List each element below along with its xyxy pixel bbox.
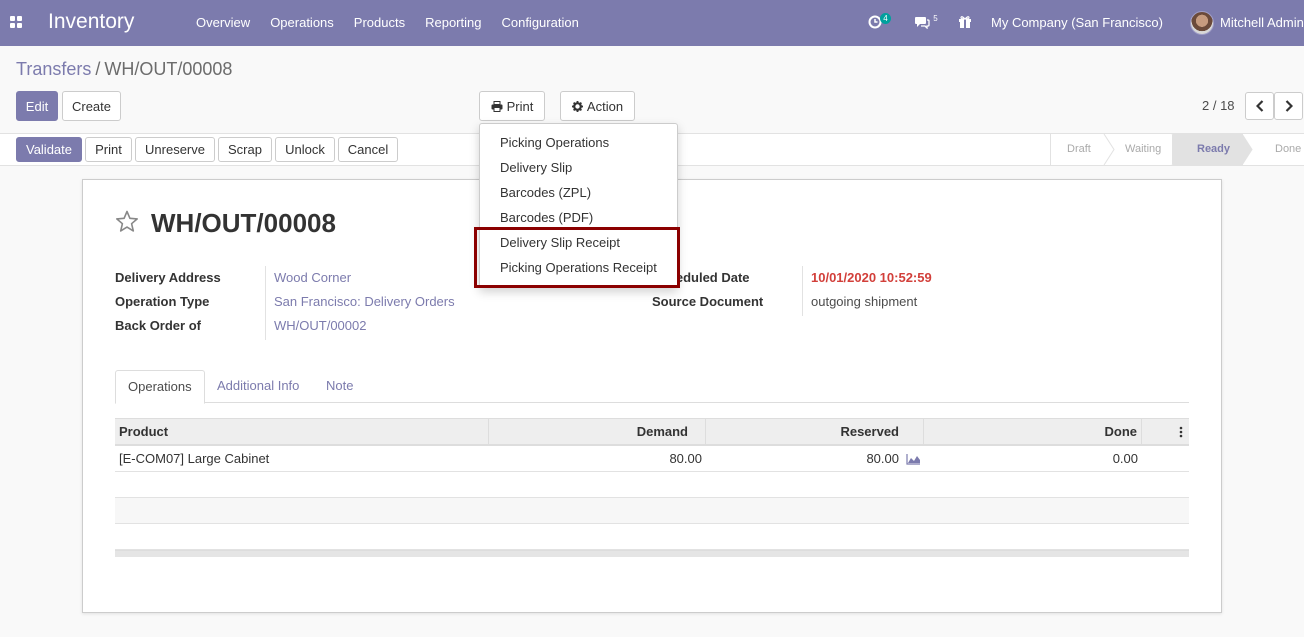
chat-icon (915, 17, 930, 29)
apps-menu-icon[interactable] (10, 16, 22, 28)
column-demand[interactable]: Demand (489, 419, 706, 445)
empty-row (115, 498, 1189, 524)
gear-icon (571, 100, 583, 112)
print-button[interactable]: Print (85, 137, 132, 162)
menu-item-configuration[interactable]: Configuration (491, 0, 588, 46)
unreserve-button[interactable]: Unreserve (135, 137, 215, 162)
tab-operations[interactable]: Operations (115, 370, 205, 404)
notebook-tabs: Operations Additional Info Note (115, 370, 1189, 404)
action-button-label: Action (586, 98, 624, 114)
chevron-left-icon (1255, 100, 1263, 112)
optional-columns-toggle[interactable] (1177, 426, 1185, 438)
menu-item-reporting[interactable]: Reporting (415, 0, 491, 46)
table-row[interactable]: [E-COM07] Large Cabinet 80.00 80.00 0.00 (115, 446, 1189, 472)
edit-button[interactable]: Edit (16, 91, 58, 121)
action-dropdown-button[interactable]: Action (560, 91, 635, 121)
print-button-label: Print (506, 98, 534, 114)
pager-previous-button[interactable] (1245, 92, 1274, 120)
operation-type-link[interactable]: San Francisco: Delivery Orders (274, 294, 455, 309)
stage-separators (1103, 134, 1253, 165)
operations-table: Product Demand Reserved Done [E-COM07] L… (115, 418, 1189, 557)
pager-next-button[interactable] (1274, 92, 1303, 120)
unlock-button[interactable]: Unlock (275, 137, 335, 162)
menu-item-barcodes-pdf[interactable]: Barcodes (PDF) (500, 210, 593, 225)
breadcrumb-current: WH/OUT/00008 (104, 59, 233, 79)
operation-type-label: Operation Type (115, 294, 210, 309)
row-done: 0.00 (1112, 451, 1138, 466)
table-header: Product Demand Reserved Done (115, 418, 1189, 446)
create-button[interactable]: Create (62, 91, 121, 121)
menu-item-barcodes-zpl[interactable]: Barcodes (ZPL) (500, 185, 591, 200)
left-group-divider (265, 266, 266, 340)
back-order-link[interactable]: WH/OUT/00002 (274, 318, 366, 333)
source-document-value: outgoing shipment (811, 294, 918, 309)
back-order-label: Back Order of (115, 318, 201, 333)
record-title: WH/OUT/00008 (151, 208, 336, 238)
delivery-address-link[interactable]: Wood Corner (274, 270, 351, 285)
user-menu[interactable]: Mitchell Admin (1220, 15, 1304, 30)
table-footer (115, 550, 1189, 557)
company-switcher[interactable]: My Company (San Francisco) (991, 15, 1163, 30)
empty-row (115, 524, 1189, 550)
menu-item-picking-operations[interactable]: Picking Operations (500, 135, 609, 150)
top-navbar: Inventory Overview Operations Products R… (0, 0, 1304, 46)
source-document-label: Source Document (652, 294, 764, 309)
breadcrumb-transfers-link[interactable]: Transfers (16, 59, 91, 79)
menu-item-operations[interactable]: Operations (260, 0, 344, 46)
right-group-divider (802, 266, 803, 316)
printer-icon (491, 100, 503, 112)
activity-button[interactable]: 4 (868, 13, 894, 32)
row-reserved: 80.00 (866, 451, 899, 466)
app-brand[interactable]: Inventory (48, 10, 134, 34)
tab-additional-info[interactable]: Additional Info (205, 370, 311, 403)
tab-note[interactable]: Note (314, 370, 365, 403)
column-done[interactable]: Done (924, 419, 1142, 445)
message-count-badge: 5 (933, 14, 938, 23)
menu-item-overview[interactable]: Overview (186, 0, 260, 46)
activity-count-badge: 4 (880, 13, 891, 24)
empty-row (115, 472, 1189, 498)
print-dropdown-button[interactable]: Print (479, 91, 545, 121)
scheduled-date-value: 10/01/2020 10:52:59 (811, 270, 932, 285)
menu-item-delivery-slip[interactable]: Delivery Slip (500, 160, 572, 175)
highlight-annotation-box (474, 227, 680, 288)
messages-button[interactable]: 5 (914, 14, 940, 32)
chevron-right-icon (1285, 100, 1293, 112)
delivery-address-label: Delivery Address (115, 270, 221, 285)
scrap-button[interactable]: Scrap (218, 137, 272, 162)
user-avatar[interactable] (1190, 11, 1214, 35)
validate-button[interactable]: Validate (16, 137, 82, 162)
pager-value[interactable]: 2 / 18 (1202, 98, 1235, 113)
kebab-menu-icon (1179, 426, 1183, 438)
column-product[interactable]: Product (115, 419, 489, 445)
row-product: [E-COM07] Large Cabinet (119, 451, 270, 466)
breadcrumb: Transfers / WH/OUT/00008 (16, 59, 232, 80)
main-menu: Overview Operations Products Reporting C… (186, 0, 589, 46)
forecast-chart-icon[interactable] (906, 454, 921, 465)
gift-icon[interactable] (958, 15, 972, 29)
cancel-button[interactable]: Cancel (338, 137, 398, 162)
favorite-star-icon[interactable] (115, 210, 139, 233)
breadcrumb-separator: / (95, 59, 101, 79)
row-demand: 80.00 (669, 451, 702, 466)
column-reserved[interactable]: Reserved (706, 419, 924, 445)
menu-item-products[interactable]: Products (344, 0, 415, 46)
